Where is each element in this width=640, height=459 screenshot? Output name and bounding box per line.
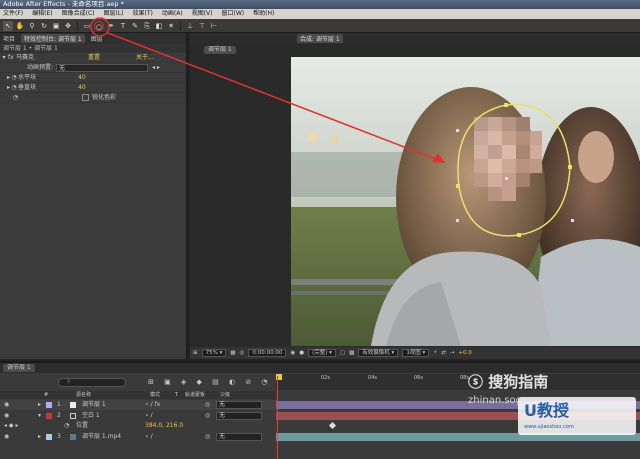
annotation-highlight-circle xyxy=(90,17,110,37)
annotation-overlay xyxy=(90,17,445,163)
annotation-arrow xyxy=(107,32,439,161)
